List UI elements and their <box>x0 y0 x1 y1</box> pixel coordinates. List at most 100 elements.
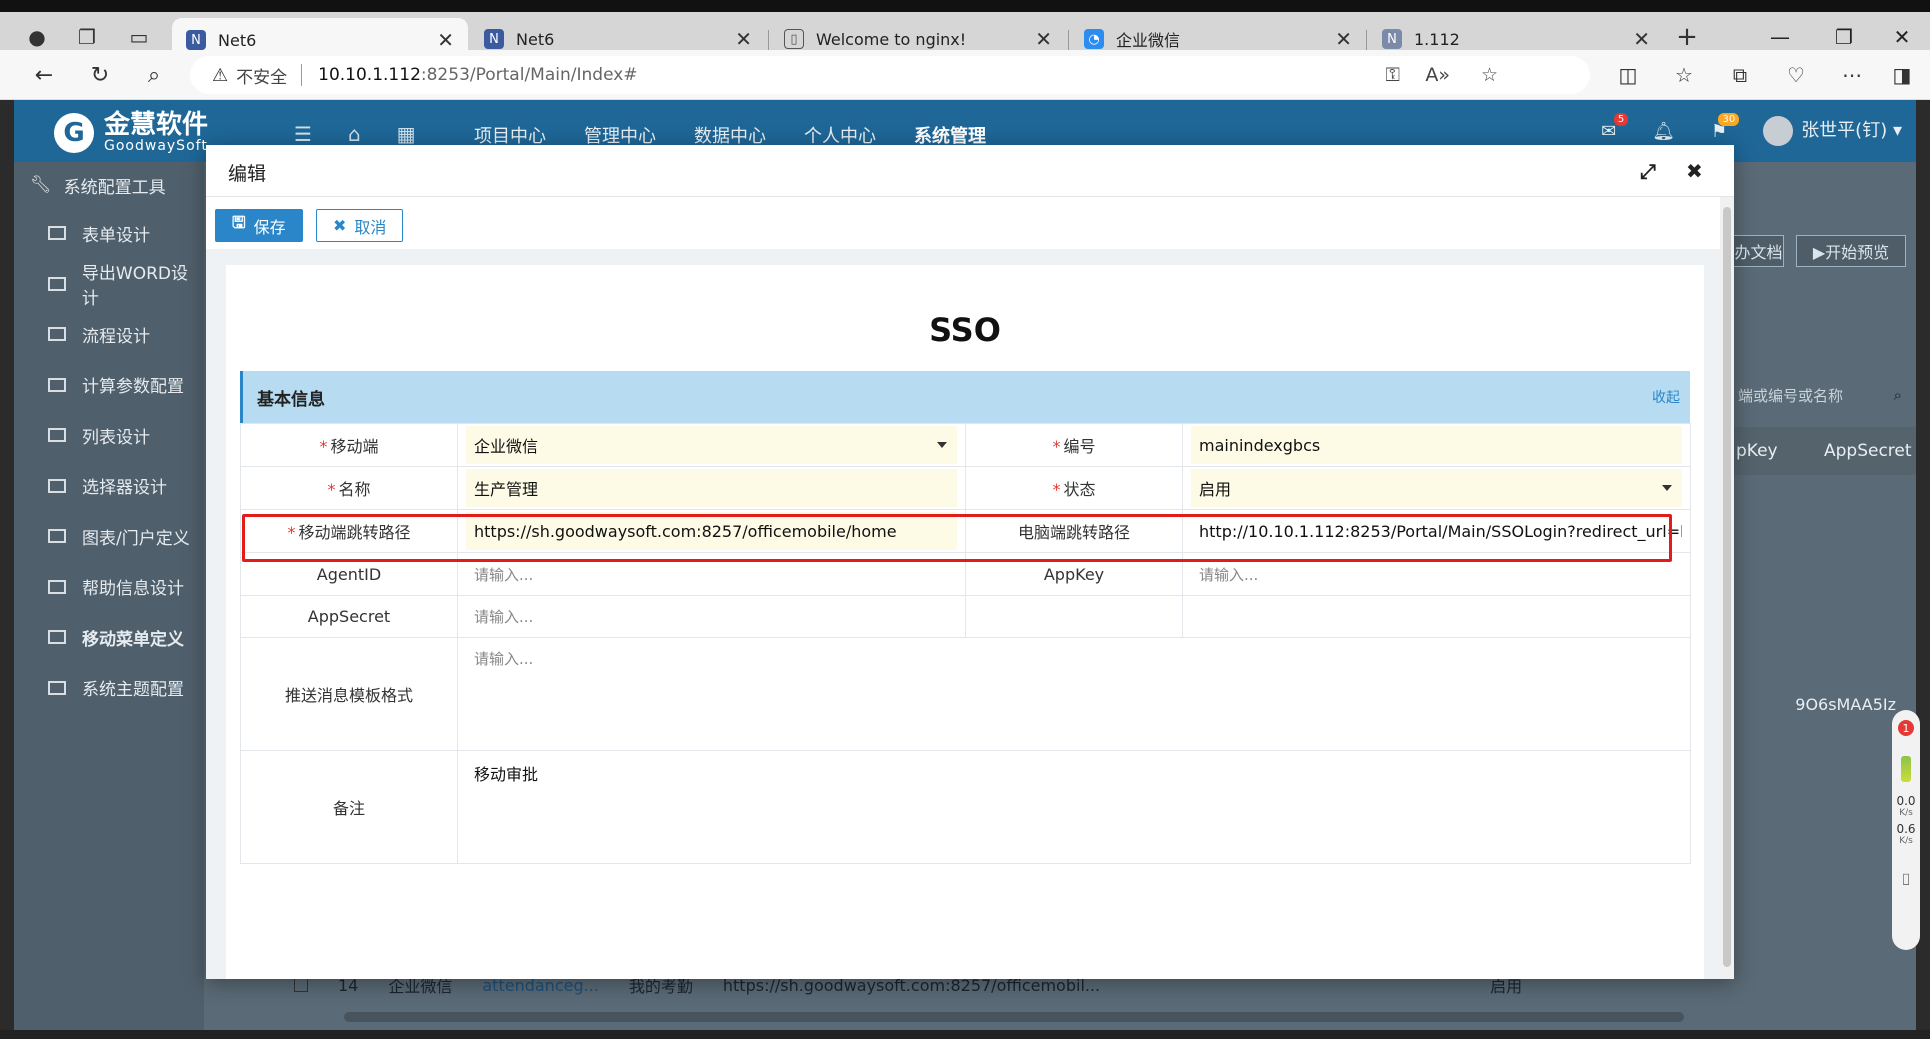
message-icon[interactable]: ✉ 5 <box>1601 112 1629 142</box>
form-card: SSO 基本信息 收起 * 移动端 企业微信 * 编号 mainindexgbcs … <box>226 265 1704 979</box>
sidebar-item-list-design[interactable]: 列表设计 <box>14 410 204 461</box>
field-label: * 名称 <box>240 466 458 510</box>
sidebar-title[interactable]: 🔧︎ 系统配置工具 <box>14 162 204 208</box>
address-input[interactable]: ⚠ 不安全 10.10.1.112:8253/Portal/Main/Index… <box>190 56 1590 94</box>
template-textarea[interactable]: 请输入... <box>458 638 1690 750</box>
dialog-scrollbar[interactable] <box>1720 197 1734 979</box>
start-preview-button[interactable]: ▶开始预览 <box>1796 235 1906 267</box>
more-menu-icon[interactable]: ⋯ <box>1836 59 1868 91</box>
back-arrow-icon[interactable]: ← <box>28 59 60 91</box>
menu-icon[interactable]: ☰ <box>294 122 312 146</box>
sidebar-item-chart-portal[interactable]: 图表/门户定义 <box>14 511 204 562</box>
tab-title: Net6 <box>218 30 257 50</box>
home-icon[interactable]: ⌂ <box>348 122 361 146</box>
list-icon <box>48 579 66 594</box>
close-tab-icon[interactable]: ✕ <box>1035 27 1052 51</box>
sidebar-item-export-word[interactable]: 导出WORD设计 <box>14 259 204 310</box>
task-count-badge: 30 <box>1718 112 1740 126</box>
taskbar-edge <box>0 1030 1930 1039</box>
collapse-link[interactable]: 收起 <box>1652 387 1680 407</box>
workspaces-icon[interactable]: ❐ <box>70 20 104 54</box>
remark-textarea[interactable]: 移动审批 <box>458 751 1690 863</box>
refresh-icon[interactable]: ↻ <box>84 59 116 91</box>
column-header: AppSecret <box>1824 441 1912 461</box>
sidebar-item-help-design[interactable]: 帮助信息设计 <box>14 562 204 613</box>
read-aloud-icon[interactable]: A» <box>1425 56 1450 94</box>
list-icon <box>48 630 66 645</box>
net6-favicon-icon: N <box>186 30 206 50</box>
mobile-select[interactable]: 企业微信 <box>466 426 957 464</box>
horizontal-scrollbar[interactable] <box>344 1012 1684 1022</box>
dialog-header: 编辑 ⤢ ✖ <box>206 145 1734 197</box>
dialog-toolbar: 🖫︎ 保存 ✖ 取消 <box>206 197 1734 249</box>
restore-icon[interactable]: ❐ <box>1824 22 1864 52</box>
close-tab-icon[interactable]: ✕ <box>1633 27 1650 51</box>
save-button[interactable]: 🖫︎ 保存 <box>215 209 303 242</box>
list-cell-appsecret: 9O6sMAA5Iz <box>1795 695 1896 714</box>
list-icon <box>48 478 66 493</box>
header-icons: ☰ ⌂ ▦ <box>294 122 416 146</box>
sidebar-item-selector-design[interactable]: 选择器设计 <box>14 461 204 512</box>
key-icon[interactable]: ⚿ <box>1386 56 1400 94</box>
mobile-url-input[interactable]: https://sh.goodwaysoft.com:8257/officemo… <box>466 512 957 550</box>
maximize-icon[interactable]: ⤢ <box>1640 159 1656 183</box>
tab-title: 1.112 <box>1414 29 1460 49</box>
row-checkbox[interactable] <box>294 978 308 992</box>
search-icon[interactable]: ⌕ <box>1894 386 1902 404</box>
window-close-icon[interactable]: ✕ <box>1882 22 1922 52</box>
scrollbar-thumb[interactable] <box>1723 207 1731 967</box>
split-screen-icon[interactable]: ◫ <box>1612 59 1644 91</box>
sidebar-item-calc-params[interactable]: 计算参数配置 <box>14 360 204 411</box>
sidebar-toggle-icon[interactable]: ◨ <box>1886 59 1918 91</box>
sidebar-item-mobile-menu[interactable]: 移动菜单定义 <box>14 612 204 663</box>
search-icon[interactable]: ⌕ <box>138 59 170 91</box>
cancel-button[interactable]: ✖ 取消 <box>316 209 404 242</box>
appsecret-input[interactable]: 请输入... <box>466 598 957 636</box>
new-tab-icon[interactable]: + <box>1670 20 1704 54</box>
user-menu[interactable]: 张世平(钉) ▾ <box>1763 116 1902 146</box>
collections-icon[interactable]: ⧉ <box>1724 59 1756 91</box>
camera-icon[interactable]: ⌷ <box>1901 870 1911 890</box>
empty-cell <box>965 595 1183 638</box>
status-select[interactable]: 启用 <box>1191 469 1682 507</box>
field-label: * 状态 <box>965 466 1183 510</box>
list-search-input[interactable]: 端或编号或名称 ⌕ <box>1734 375 1916 415</box>
tab-actions-icon[interactable]: ▭ <box>122 20 156 54</box>
appkey-input[interactable]: 请输入... <box>1191 555 1682 593</box>
grid-icon[interactable]: ▦ <box>397 122 416 146</box>
sidebar-item-form-design[interactable]: 表单设计 <box>14 208 204 259</box>
field-label: AgentID <box>240 552 458 596</box>
close-tab-icon[interactable]: ✕ <box>437 28 454 52</box>
list-icon <box>48 226 66 241</box>
list-icon <box>48 377 66 392</box>
list-icon <box>48 276 66 291</box>
security-status[interactable]: 不安全 <box>236 63 287 88</box>
agentid-input[interactable]: 请输入... <box>466 555 957 593</box>
minimize-icon[interactable]: — <box>1760 22 1800 52</box>
form-title: SSO <box>929 311 1001 349</box>
sidebar-item-theme-config[interactable]: 系统主题配置 <box>14 663 204 714</box>
profile-icon[interactable]: ● <box>20 20 54 54</box>
sidebar: 🔧︎ 系统配置工具 表单设计 导出WORD设计 流程设计 计算参数配置 列表设计 … <box>14 162 204 1030</box>
tab-title: Welcome to nginx! <box>816 29 967 49</box>
code-input[interactable]: mainindexgbcs <box>1191 426 1682 464</box>
network-speed-widget[interactable]: 1 0.0 K/s 0.6 K/s ⌷ <box>1892 710 1920 950</box>
basic-info-form: * 移动端 企业微信 * 编号 mainindexgbcs * 名称 生产管理 * 状态… <box>240 423 1691 864</box>
list-header: pKey AppSecret <box>1734 427 1916 475</box>
close-tab-icon[interactable]: ✕ <box>735 27 752 51</box>
wecom-favicon-icon: ◔ <box>1084 29 1104 49</box>
favorite-star-icon[interactable]: ☆ <box>1481 56 1498 94</box>
pc-url-input[interactable]: http://10.10.1.112:8253/Portal/Main/SSOL… <box>1191 512 1682 550</box>
name-input[interactable]: 生产管理 <box>466 469 957 507</box>
sidebar-item-flow-design[interactable]: 流程设计 <box>14 309 204 360</box>
close-tab-icon[interactable]: ✕ <box>1335 27 1352 51</box>
browser-essentials-icon[interactable]: ♡ <box>1780 59 1812 91</box>
message-count-badge: 5 <box>1613 112 1629 126</box>
address-bar-row: ← ↻ ⌕ ⚠ 不安全 10.10.1.112:8253/Portal/Main… <box>0 50 1930 100</box>
dialog-close-icon[interactable]: ✖ <box>1686 159 1703 183</box>
docs-button[interactable]: 办文档 <box>1734 235 1784 267</box>
favorites-icon[interactable]: ☆ <box>1668 59 1700 91</box>
bell-icon[interactable]: 🔔︎ <box>1652 121 1675 142</box>
flag-icon[interactable]: ⚑ 30 <box>1711 112 1740 142</box>
field-label: * 编号 <box>965 423 1183 467</box>
